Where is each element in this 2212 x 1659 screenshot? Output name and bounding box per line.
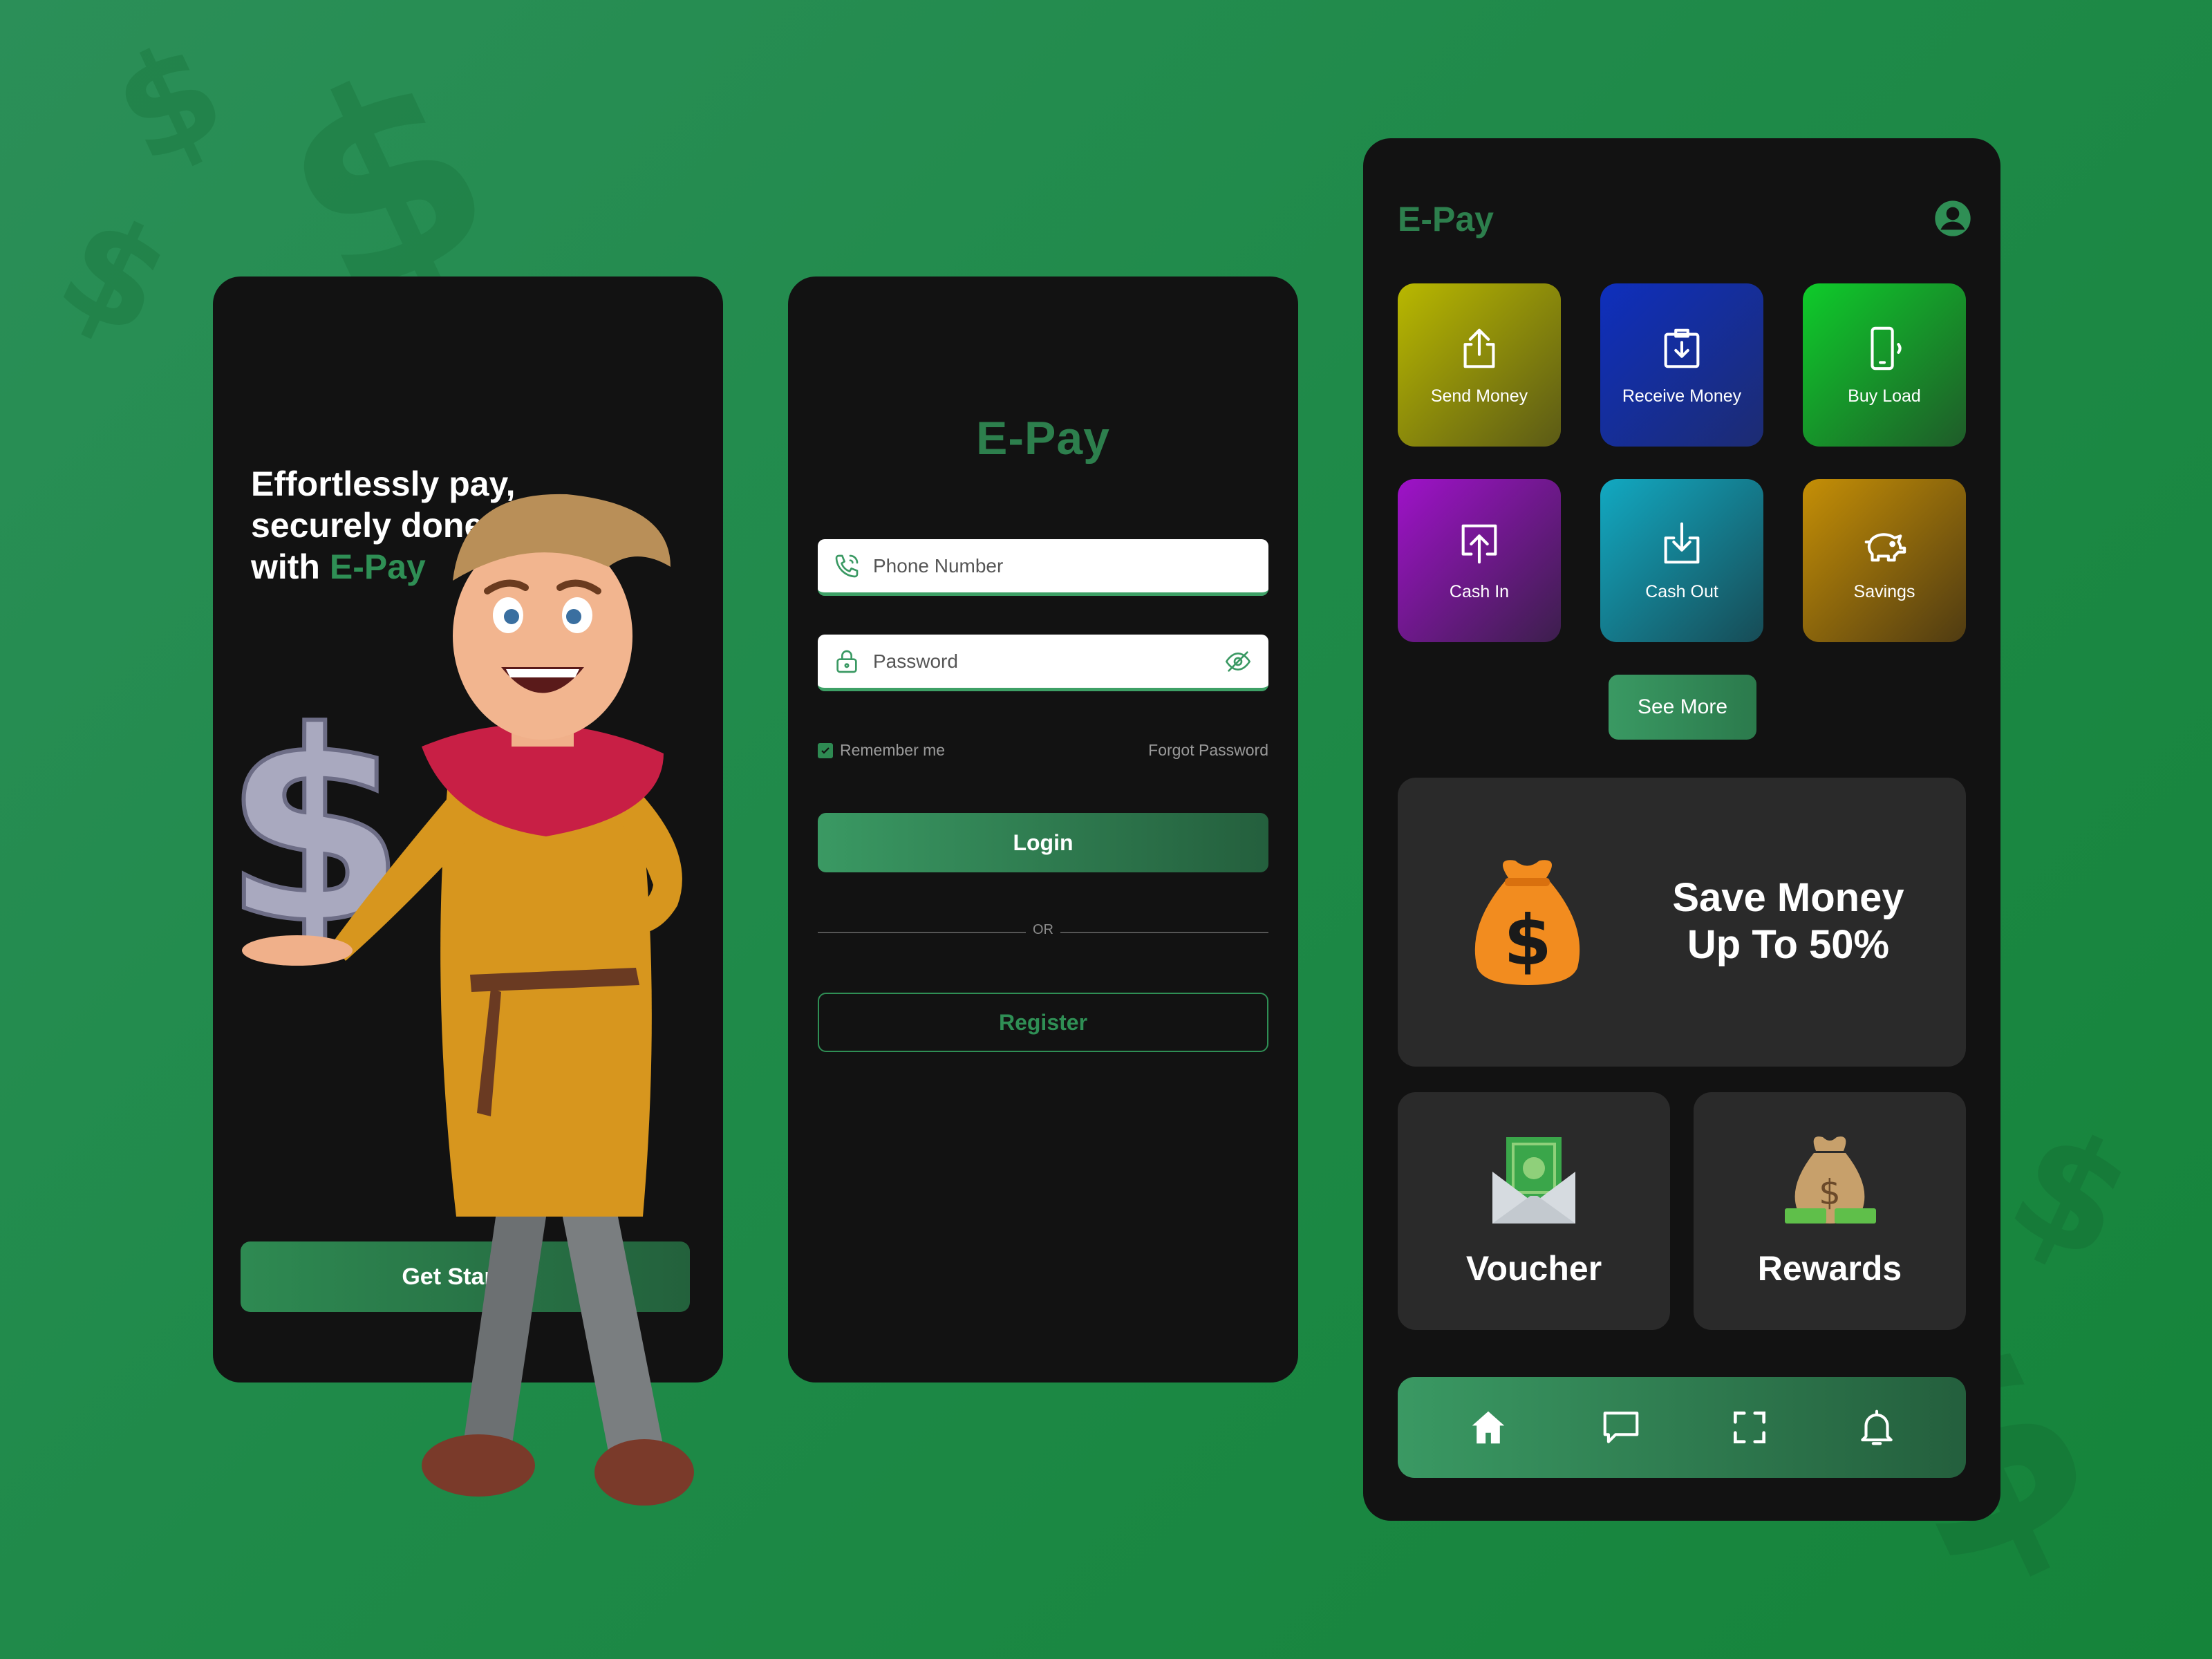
dashboard-screen: E-Pay Send Money Receive Money Buy Load …: [1363, 138, 2000, 1521]
money-sack-icon: $: [1785, 1136, 1876, 1224]
profile-icon[interactable]: [1933, 199, 1972, 238]
money-bag-icon: $: [1474, 860, 1580, 985]
promo-banner[interactable]: $ Save Money Up To 50%: [1398, 778, 1966, 1067]
svg-text:$: $: [1503, 900, 1552, 981]
home-icon[interactable]: [1467, 1406, 1510, 1449]
login-button[interactable]: Login: [818, 813, 1268, 872]
eye-off-icon[interactable]: [1223, 648, 1253, 675]
register-button[interactable]: Register: [818, 993, 1268, 1052]
background-dollar-icon: $: [2005, 1120, 2136, 1272]
phone-call-icon: [835, 554, 859, 577]
chat-icon[interactable]: [1600, 1406, 1642, 1449]
send-money-tile[interactable]: Send Money: [1398, 283, 1561, 447]
cartoon-character-illustration: $: [221, 494, 694, 1506]
voucher-label: Voucher: [1465, 1249, 1602, 1288]
phone-number-input[interactable]: Phone Number: [818, 539, 1268, 596]
svg-text:$: $: [55, 207, 173, 346]
download-box-icon: [1664, 328, 1700, 368]
see-more-button[interactable]: See More: [1609, 675, 1756, 740]
savings-tile[interactable]: Savings: [1803, 479, 1966, 642]
app-logo: E-Pay: [1398, 200, 1494, 238]
background-dollar-icon: $: [55, 207, 173, 346]
promo-text: Save Money Up To 50%: [1672, 875, 1904, 967]
background-dollar-icon: $: [111, 35, 228, 173]
cash-in-tile[interactable]: Cash In: [1398, 479, 1561, 642]
cash-out-tile[interactable]: Cash Out: [1600, 479, 1763, 642]
voucher-card[interactable]: Voucher: [1398, 1092, 1670, 1330]
or-divider-label: OR: [788, 922, 1298, 938]
svg-text:$: $: [1819, 1172, 1841, 1212]
phone-icon: [1871, 326, 1902, 370]
bottom-navigation-bar: [1398, 1377, 1966, 1478]
lock-icon: [836, 650, 857, 673]
receive-money-tile[interactable]: Receive Money: [1600, 283, 1763, 447]
login-screen: E-Pay Phone Number Password Remember me …: [788, 276, 1298, 1382]
password-input[interactable]: Password: [818, 635, 1268, 691]
svg-text:$: $: [111, 35, 228, 173]
arrow-up-box-icon: [1461, 524, 1497, 563]
envelope-money-icon: [1492, 1137, 1575, 1224]
bell-icon[interactable]: [1855, 1406, 1898, 1449]
svg-text:$: $: [223, 675, 406, 982]
svg-text:$: $: [2005, 1120, 2136, 1272]
buy-load-tile[interactable]: Buy Load: [1803, 283, 1966, 447]
remember-me-checkbox[interactable]: Remember me: [818, 741, 945, 760]
forgot-password-link[interactable]: Forgot Password: [1148, 741, 1268, 760]
password-placeholder: Password: [873, 650, 958, 672]
rewards-card[interactable]: $ Rewards: [1694, 1092, 1966, 1330]
phone-number-placeholder: Phone Number: [873, 554, 1004, 577]
arrow-down-box-icon: [1664, 522, 1700, 563]
app-logo: E-Pay: [976, 412, 1110, 465]
rewards-label: Rewards: [1757, 1249, 1902, 1288]
upload-icon: [1463, 328, 1495, 368]
piggy-bank-icon: [1864, 532, 1906, 561]
scan-icon[interactable]: [1728, 1406, 1771, 1449]
